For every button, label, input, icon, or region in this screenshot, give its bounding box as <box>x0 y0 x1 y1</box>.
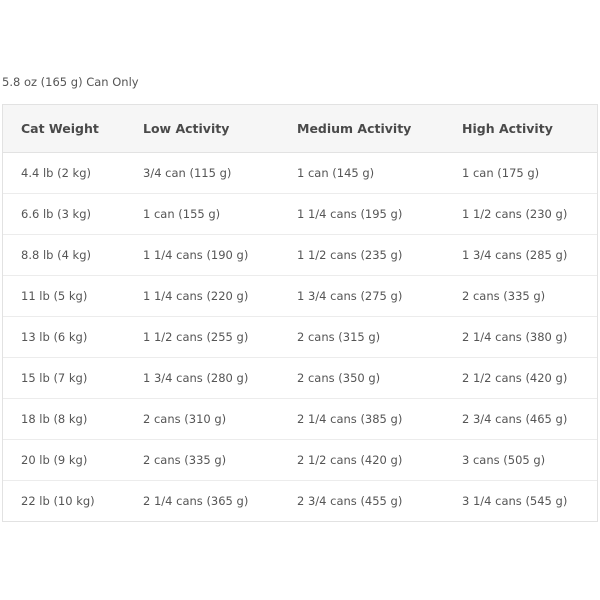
table-row: 8.8 lb (4 kg) 1 1/4 cans (190 g) 1 1/2 c… <box>3 234 597 276</box>
cell-high-activity: 1 3/4 cans (285 g) <box>444 234 597 276</box>
table-row: 11 lb (5 kg) 1 1/4 cans (220 g) 1 3/4 ca… <box>3 275 597 317</box>
cell-low-activity: 2 cans (310 g) <box>125 398 279 440</box>
cell-low-activity: 3/4 can (115 g) <box>125 152 279 194</box>
table-header: Cat Weight Low Activity Medium Activity … <box>3 105 597 153</box>
cell-low-activity: 1 1/4 cans (190 g) <box>125 234 279 276</box>
cell-cat-weight: 11 lb (5 kg) <box>3 275 125 317</box>
cell-medium-activity: 1 1/4 cans (195 g) <box>279 193 444 235</box>
header-row: Cat Weight Low Activity Medium Activity … <box>3 105 597 153</box>
cell-high-activity: 1 1/2 cans (230 g) <box>444 193 597 235</box>
table-row: 15 lb (7 kg) 1 3/4 cans (280 g) 2 cans (… <box>3 357 597 399</box>
feeding-table: Cat Weight Low Activity Medium Activity … <box>3 105 597 521</box>
table-row: 20 lb (9 kg) 2 cans (335 g) 2 1/2 cans (… <box>3 439 597 481</box>
cell-medium-activity: 2 cans (350 g) <box>279 357 444 399</box>
header-medium-activity: Medium Activity <box>279 105 444 153</box>
header-high-activity: High Activity <box>444 105 597 153</box>
cell-cat-weight: 22 lb (10 kg) <box>21 494 95 508</box>
cell-high-activity: 2 1/2 cans (420 g) <box>444 357 597 399</box>
cell-low-activity: 1 1/4 cans (220 g) <box>125 275 279 317</box>
cell-cat-weight: 13 lb (6 kg) <box>3 316 125 358</box>
cell-cat-weight: 4.4 lb (2 kg) <box>3 152 125 194</box>
cell-high-activity: 2 3/4 cans (465 g) <box>444 398 597 440</box>
header-low-activity: Low Activity <box>125 105 279 153</box>
cell-medium-activity: 2 1/2 cans (420 g) <box>279 439 444 481</box>
cell-medium-activity: 1 can (145 g) <box>279 152 444 194</box>
cell-cat-weight: 6.6 lb (3 kg) <box>3 193 125 235</box>
cell-medium-activity: 1 3/4 cans (275 g) <box>279 275 444 317</box>
cell-high-activity: 1 can (175 g) <box>444 152 597 194</box>
cell-medium-activity: 1 1/2 cans (235 g) <box>279 234 444 276</box>
cell-cat-weight: 8.8 lb (4 kg) <box>3 234 125 276</box>
cell-medium-activity: 2 cans (315 g) <box>279 316 444 358</box>
cell-cat-weight: 18 lb (8 kg) <box>3 398 125 440</box>
cell-cat-weight: 20 lb (9 kg) <box>3 439 125 481</box>
table-row: 18 lb (8 kg) 2 cans (310 g) 2 1/4 cans (… <box>3 398 597 440</box>
feeding-table-container: Cat Weight Low Activity Medium Activity … <box>2 104 598 522</box>
cell-cat-weight: 15 lb (7 kg) <box>3 357 125 399</box>
cell-medium-activity: 2 1/4 cans (385 g) <box>279 398 444 440</box>
cell-low-activity: 2 1/4 cans (365 g) <box>143 494 249 508</box>
cell-high-activity: 3 cans (505 g) <box>444 439 597 481</box>
cell-low-activity: 1 can (155 g) <box>125 193 279 235</box>
table-row: 13 lb (6 kg) 1 1/2 cans (255 g) 2 cans (… <box>3 316 597 358</box>
cell-high-activity: 2 cans (335 g) <box>444 275 597 317</box>
cell-medium-activity: 2 3/4 cans (455 g) <box>297 494 403 508</box>
table-row: 22 lb (10 kg) 2 1/4 cans (365 g) 2 3/4 c… <box>3 481 597 522</box>
cell-low-activity: 1 1/2 cans (255 g) <box>125 316 279 358</box>
cell-high-activity: 2 1/4 cans (380 g) <box>444 316 597 358</box>
cell-low-activity: 1 3/4 cans (280 g) <box>125 357 279 399</box>
table-body: 4.4 lb (2 kg) 3/4 can (115 g) 1 can (145… <box>3 152 597 522</box>
cell-high-activity: 3 1/4 cans (545 g) <box>462 494 568 508</box>
cell-low-activity: 2 cans (335 g) <box>125 439 279 481</box>
table-row: 6.6 lb (3 kg) 1 can (155 g) 1 1/4 cans (… <box>3 193 597 235</box>
table-row: 4.4 lb (2 kg) 3/4 can (115 g) 1 can (145… <box>3 152 597 194</box>
table-caption: 5.8 oz (165 g) Can Only <box>2 75 139 89</box>
header-cat-weight: Cat Weight <box>3 105 125 153</box>
